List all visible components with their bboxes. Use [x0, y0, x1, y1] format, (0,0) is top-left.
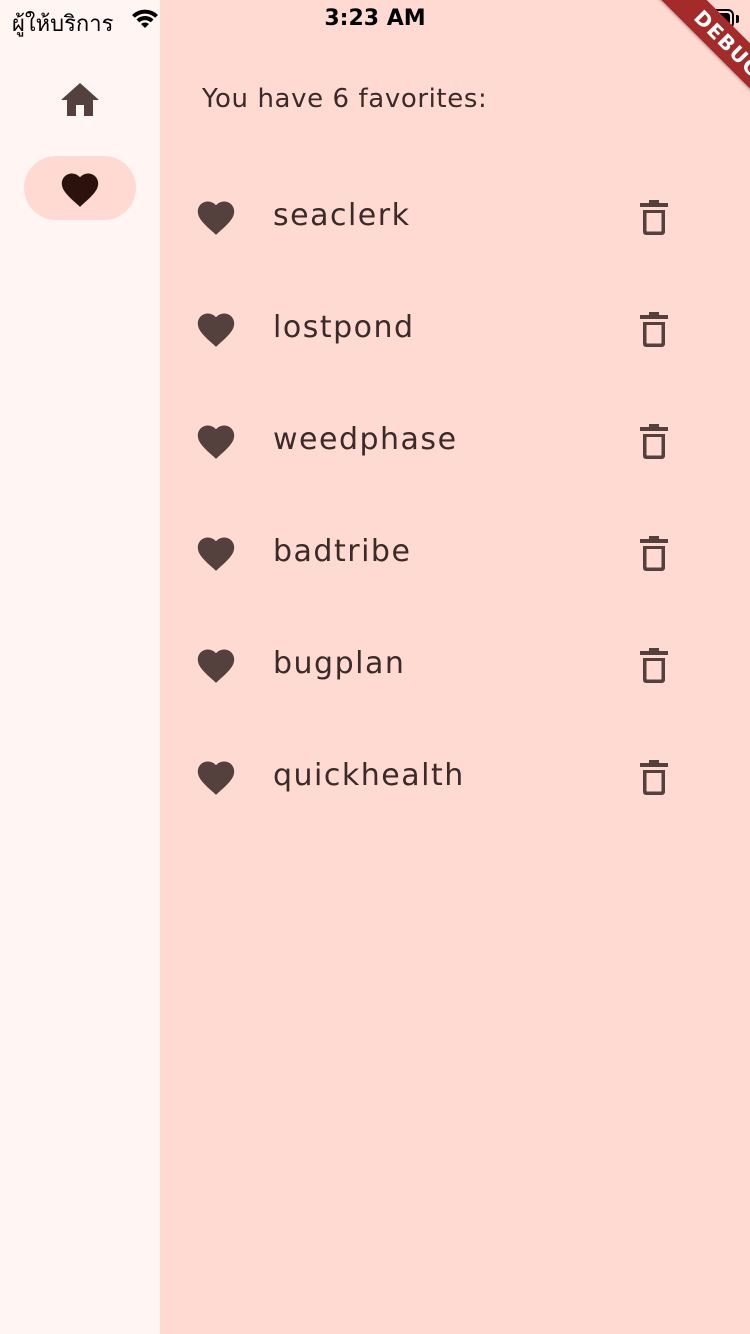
- favorite-item: seaclerk: [160, 160, 750, 272]
- heart-icon: [197, 761, 235, 795]
- heart-icon: [61, 173, 99, 207]
- favorite-item: bugplan: [160, 608, 750, 720]
- trash-icon: [640, 536, 668, 571]
- trash-icon: [640, 312, 668, 347]
- status-time: 3:23 AM: [324, 6, 426, 31]
- delete-favorite-button[interactable]: [630, 642, 678, 690]
- favorites-count-header: You have 6 favorites:: [202, 84, 488, 114]
- trash-icon: [640, 648, 668, 683]
- battery-cap: [736, 15, 739, 23]
- favorite-item: quickhealth: [160, 720, 750, 832]
- favorite-item: lostpond: [160, 272, 750, 384]
- favorites-page: You have 6 favorites: seaclerk lostpond we…: [160, 0, 750, 1334]
- home-icon: [61, 83, 99, 116]
- nav-destination-favorites[interactable]: [24, 156, 136, 220]
- heart-icon: [197, 201, 235, 235]
- favorite-name: bugplan: [273, 646, 406, 681]
- delete-favorite-button[interactable]: [630, 530, 678, 578]
- favorite-item: badtribe: [160, 496, 750, 608]
- trash-icon: [640, 424, 668, 459]
- favorite-name: seaclerk: [273, 198, 411, 233]
- heart-icon: [197, 537, 235, 571]
- heart-icon: [197, 425, 235, 459]
- delete-favorite-button[interactable]: [630, 306, 678, 354]
- trash-icon: [640, 760, 668, 795]
- favorite-name: lostpond: [273, 310, 415, 345]
- heart-icon: [197, 649, 235, 683]
- favorite-name: weedphase: [273, 422, 458, 457]
- favorite-item: weedphase: [160, 384, 750, 496]
- favorites-list: seaclerk lostpond weedphase badtribe bugplan…: [160, 160, 750, 832]
- favorite-name: quickhealth: [273, 758, 465, 793]
- delete-favorite-button[interactable]: [630, 754, 678, 802]
- heart-icon: [197, 313, 235, 347]
- delete-favorite-button[interactable]: [630, 194, 678, 242]
- favorite-name: badtribe: [273, 534, 412, 569]
- trash-icon: [640, 200, 668, 235]
- status-bar: ผู้ให้บริการ 3:23 AM: [0, 0, 750, 40]
- battery-full-icon: [692, 9, 734, 29]
- navigation-rail: [0, 0, 160, 1334]
- delete-favorite-button[interactable]: [630, 418, 678, 466]
- nav-destination-home[interactable]: [24, 68, 136, 132]
